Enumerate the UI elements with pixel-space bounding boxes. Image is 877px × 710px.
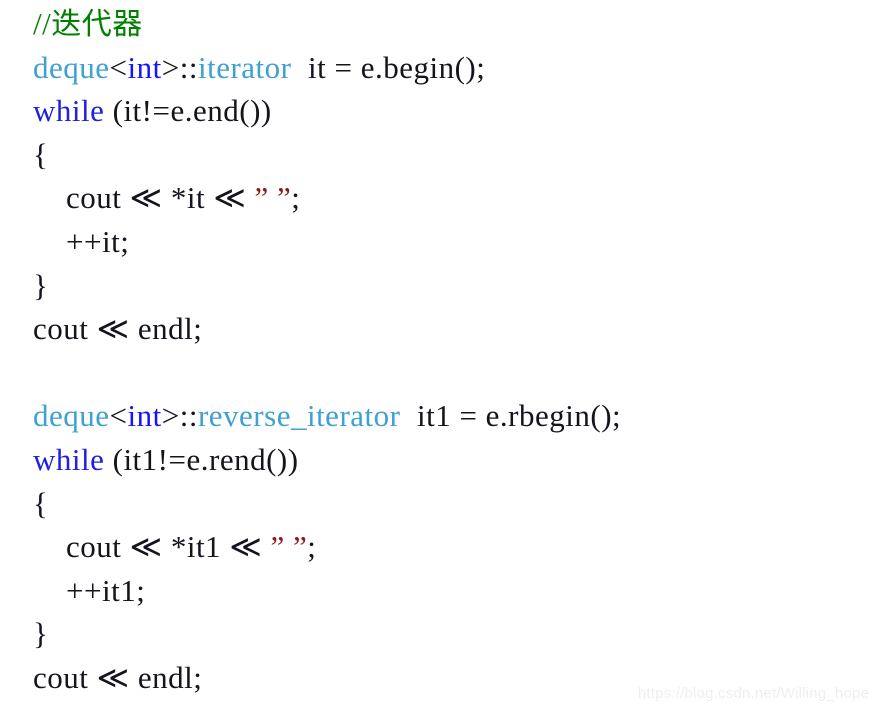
code-token-type: deque <box>33 49 110 85</box>
code-line: deque<int>::reverse_iterator it1 = e.rbe… <box>0 394 877 438</box>
code-block: //迭代器 deque<int>::iterator it = e.begin()… <box>0 0 877 700</box>
code-token-plain: > <box>161 49 180 85</box>
code-token-plain: } <box>33 616 49 652</box>
code-line: } <box>0 264 877 308</box>
code-line: ++it; <box>0 220 877 264</box>
code-line: ++it1; <box>0 569 877 613</box>
code-token-type: reverse_iterator <box>197 398 401 434</box>
code-token-plain: ; <box>291 180 301 216</box>
code-token-plain: ≪ <box>213 180 247 216</box>
code-line: deque<int>::iterator it = e.begin(); <box>0 46 877 90</box>
code-line: while (it!=e.end()) <box>0 89 877 133</box>
code-token-plain: it1 = e.rbegin(); <box>400 398 622 434</box>
code-token-plain: endl; <box>129 311 203 347</box>
csdn-watermark: https://blog.csdn.net/Willing_hope <box>637 685 869 702</box>
code-token-plain: :: <box>179 398 198 434</box>
code-line: while (it1!=e.rend()) <box>0 438 877 482</box>
code-line: } <box>0 612 877 656</box>
code-token-plain: (it1!=e.rend()) <box>104 441 299 477</box>
code-token-plain: it = e.begin(); <box>291 49 486 85</box>
code-token-plain: (it!=e.end()) <box>104 93 272 129</box>
code-token-type: deque <box>33 398 110 434</box>
code-token-plain: *it <box>162 180 214 216</box>
code-line: //迭代器 <box>0 2 877 46</box>
code-token-plain: cout <box>33 659 97 695</box>
code-line: cout ≪ *it1 ≪ ” ”; <box>0 525 877 569</box>
code-token-plain: < <box>109 398 128 434</box>
code-line: cout ≪ *it ≪ ” ”; <box>0 176 877 220</box>
code-token-plain: ≪ <box>129 529 163 565</box>
code-token-plain: } <box>33 267 49 303</box>
code-line: { <box>0 133 877 177</box>
code-line: { <box>0 482 877 526</box>
code-token-builtin: int <box>127 49 162 85</box>
code-token-keyword: while <box>33 441 105 477</box>
code-token-keyword: while <box>33 93 105 129</box>
code-token-plain: ++it1; <box>66 572 146 608</box>
code-token-plain: *it1 <box>162 529 230 565</box>
code-token-plain: cout <box>66 529 130 565</box>
code-token-comment: // <box>33 6 52 41</box>
code-token-plain: ++it; <box>66 223 130 259</box>
code-token-plain: ; <box>307 529 317 565</box>
code-token-plain: ≪ <box>96 311 130 347</box>
code-token-plain: > <box>161 398 180 434</box>
code-token-plain: ≪ <box>96 659 130 695</box>
code-token-plain: cout <box>33 311 97 347</box>
code-token-plain: :: <box>179 49 198 85</box>
code-token-plain: { <box>33 136 49 172</box>
code-token-builtin: int <box>127 398 162 434</box>
code-token-plain: { <box>33 485 49 521</box>
code-screenshot-canvas: //迭代器 deque<int>::iterator it = e.begin()… <box>0 0 877 710</box>
code-line: cout ≪ endl; <box>0 307 877 351</box>
code-token-plain: ≪ <box>229 529 263 565</box>
code-token-plain: cout <box>66 180 130 216</box>
code-token-plain: ≪ <box>129 180 163 216</box>
code-token-type: iterator <box>197 49 292 85</box>
code-token-plain: endl; <box>129 659 203 695</box>
code-token-comment-cjk: 迭代器 <box>51 7 143 42</box>
code-token-string: ” ” <box>246 180 292 216</box>
code-token-string: ” ” <box>262 529 308 565</box>
code-token-plain: < <box>109 49 128 85</box>
